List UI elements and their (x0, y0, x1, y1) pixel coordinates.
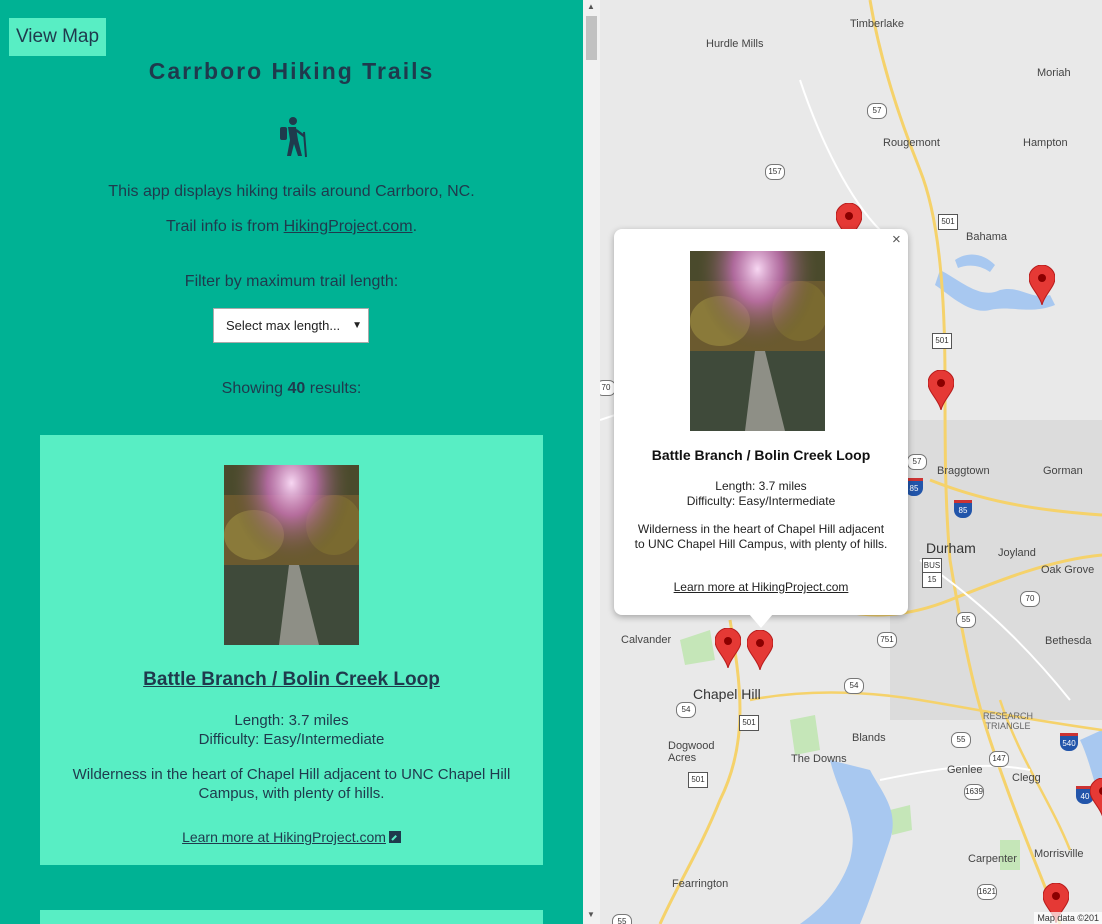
hikingproject-link[interactable]: HikingProject.com (284, 218, 413, 235)
map-label: Durham (926, 540, 976, 556)
max-length-select-value: Select max length... (226, 318, 341, 333)
results-number: 40 (287, 380, 306, 397)
map-label: Carpenter (968, 853, 1017, 865)
popup-trail-name: Battle Branch / Bolin Creek Loop (651, 447, 871, 463)
hiker-icon (280, 117, 307, 158)
map-label: Oak Grove (1041, 564, 1095, 576)
trail-learn-more-label: Learn more at HikingProject.com (182, 829, 386, 845)
route-shield: 57 (907, 454, 927, 470)
route-shield: 55 (956, 612, 976, 628)
page-title: Carrboro Hiking Trails (148, 58, 435, 84)
route-shield: 1639 (964, 784, 984, 800)
map-attribution: Map data ©201 (1034, 912, 1102, 924)
route-shield: 540 (1060, 733, 1078, 751)
map-label: Bahama (966, 231, 1007, 243)
trail-learn-more-link[interactable]: Learn more at HikingProject.com (40, 829, 543, 845)
map-label: Joyland (998, 547, 1036, 559)
trail-marker-pin[interactable] (1090, 778, 1102, 818)
results-prefix: Showing (221, 380, 288, 397)
route-shield: 15 (922, 572, 942, 588)
map-label: Timberlake (850, 18, 904, 30)
trail-marker-pin[interactable] (928, 370, 954, 410)
popup-pointer (749, 614, 773, 628)
route-shield: 501 (932, 333, 952, 349)
route-shield: 57 (867, 103, 887, 119)
map-label: Braggtown (937, 465, 990, 477)
map-label: RESEARCH TRIANGLE (982, 711, 1033, 731)
scrollbar[interactable]: ▲ ▼ (583, 0, 600, 924)
trail-marker-pin[interactable] (1029, 265, 1055, 305)
route-shield: 501 (688, 772, 708, 788)
map-label: Hurdle Mills (706, 38, 764, 50)
route-shield: 70 (1020, 591, 1040, 607)
route-shield: 157 (765, 164, 785, 180)
map-label: Calvander (621, 634, 672, 646)
route-shield: 501 (938, 214, 958, 230)
map-label: Fearrington (672, 878, 729, 890)
scrollbar-thumb[interactable] (586, 16, 597, 60)
popup-trail-length: Length: 3.7 miles (715, 479, 807, 493)
popup-trail-description: Wilderness in the heart of Chapel Hill a… (634, 522, 888, 551)
route-shield: 54 (844, 678, 864, 694)
scroll-down-icon[interactable]: ▼ (587, 910, 595, 919)
trail-card (40, 910, 543, 924)
trail-marker-pin[interactable] (715, 628, 741, 668)
max-length-select[interactable]: Select max length... ▼ (213, 308, 369, 343)
map-label: Gorman (1043, 465, 1083, 477)
popup-trail-difficulty: Difficulty: Easy/Intermediate (686, 494, 836, 508)
map-label: Moriah (1037, 67, 1071, 79)
map-label: Blands (852, 732, 886, 744)
trail-length: Length: 3.7 miles (234, 712, 349, 729)
map-label: Chapel Hill (693, 686, 761, 702)
intro-source-prefix: Trail info is from (165, 218, 284, 235)
map-label: Genlee (947, 764, 983, 776)
results-suffix: results: (305, 380, 362, 397)
route-shield: 55 (612, 914, 632, 924)
map-label: Rougemont (883, 137, 940, 149)
results-count: Showing 40 results: (0, 380, 583, 398)
map-label: Hampton (1023, 137, 1068, 149)
trail-photo (224, 465, 359, 645)
external-link-icon (388, 831, 401, 843)
trail-description: Wilderness in the heart of Chapel Hill a… (72, 766, 511, 802)
intro-source: Trail info is from HikingProject.com. (0, 218, 583, 236)
map-label: Bethesda (1045, 635, 1092, 647)
map-label: Dogwood Acres (668, 740, 715, 764)
trail-name-link[interactable]: Battle Branch / Bolin Creek Loop (40, 669, 543, 691)
route-shield: 751 (877, 632, 897, 648)
popup-learn-more-link[interactable]: Learn more at HikingProject.com (614, 580, 908, 594)
sidebar-panel: View Map Carrboro Hiking Trails This app… (0, 0, 583, 924)
trail-card: Battle Branch / Bolin Creek Loop Length:… (40, 435, 543, 865)
map-label: Morrisville (1034, 848, 1084, 860)
trail-marker-pin[interactable] (747, 630, 773, 670)
intro-source-suffix: . (412, 218, 418, 235)
view-map-button[interactable]: View Map (9, 18, 106, 56)
trail-difficulty: Difficulty: Easy/Intermediate (198, 731, 385, 748)
filter-label: Filter by maximum trail length: (184, 273, 399, 290)
route-shield: 501 (739, 715, 759, 731)
intro-text: This app displays hiking trails around C… (108, 183, 475, 200)
route-shield: 147 (989, 751, 1009, 767)
route-shield: 54 (676, 702, 696, 718)
map-label: Clegg (1012, 772, 1041, 784)
trail-photo (690, 251, 825, 431)
route-shield: 1621 (977, 884, 997, 900)
dropdown-arrow-icon: ▼ (352, 320, 362, 331)
scroll-up-icon[interactable]: ▲ (587, 2, 595, 11)
route-shield: 85 (954, 500, 972, 518)
close-icon[interactable]: × (892, 231, 901, 248)
route-shield: 55 (951, 732, 971, 748)
map-info-window: × Battle Branch / Bolin Creek Loop Lengt… (614, 229, 908, 615)
map-label: The Downs (791, 753, 847, 765)
